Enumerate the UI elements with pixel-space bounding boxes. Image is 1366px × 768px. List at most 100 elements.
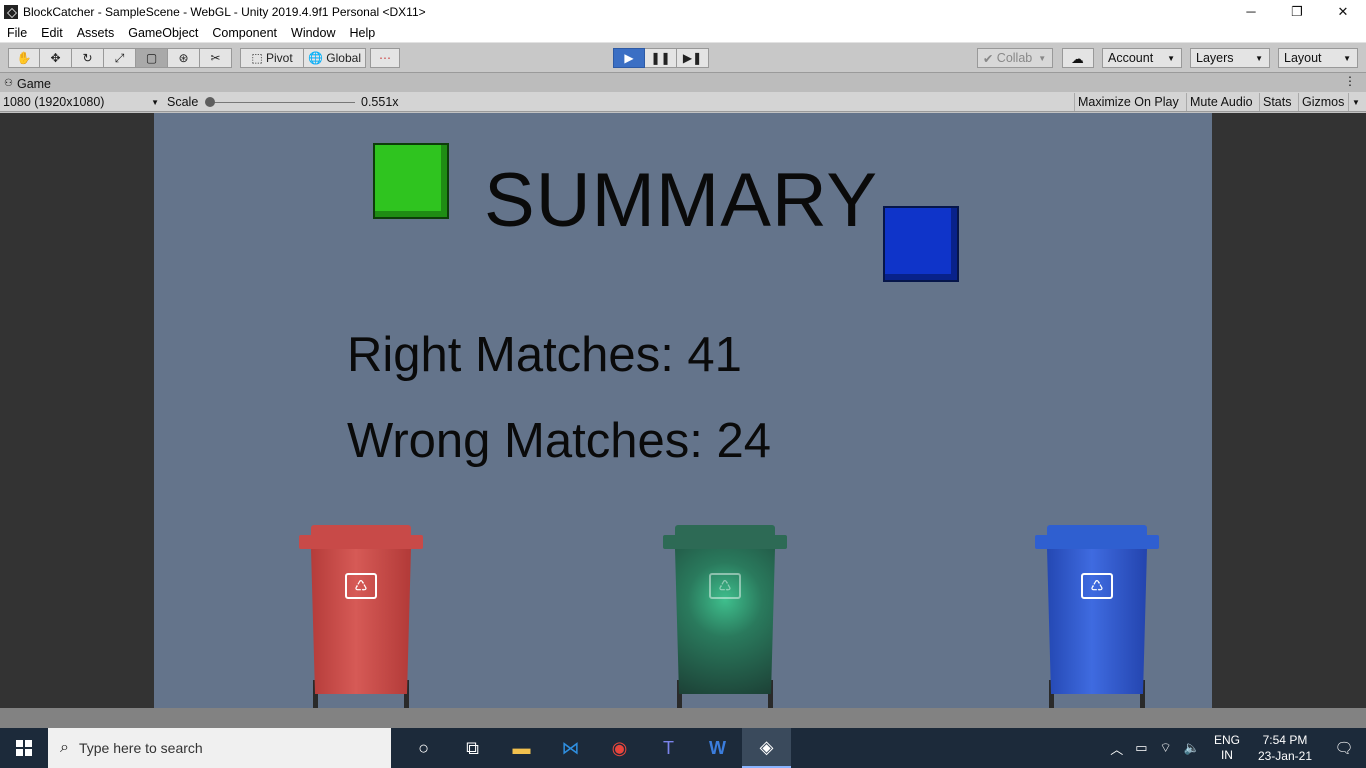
summary-heading: SUMMARY xyxy=(484,158,879,243)
menu-gameobject[interactable]: GameObject xyxy=(121,26,205,40)
maximize-button[interactable]: ❐ xyxy=(1274,0,1320,23)
menu-window[interactable]: Window xyxy=(284,26,342,40)
windows-taskbar: ⌕ Type here to search ○ ⧉ ▬ ⋈ ◉ T W ◈ ︿ … xyxy=(0,728,1366,768)
scale-value: 0.551x xyxy=(361,95,399,109)
menu-component[interactable]: Component xyxy=(205,26,284,40)
cloud-button[interactable]: ☁ xyxy=(1062,48,1094,68)
bin-body xyxy=(311,549,411,694)
pivot-button[interactable]: ⬚ Pivot xyxy=(240,48,304,68)
minimize-button[interactable]: ─ xyxy=(1228,0,1274,23)
right-matches-text: Right Matches: 41 xyxy=(347,328,742,382)
game-tab-row: ⚇ Game ⋮ xyxy=(0,73,1366,92)
menu-assets[interactable]: Assets xyxy=(70,26,122,40)
step-button[interactable]: ▶❚ xyxy=(677,48,709,68)
pause-button[interactable]: ❚❚ xyxy=(645,48,677,68)
tab-game[interactable]: ⚇ Game xyxy=(4,75,51,92)
game-view-bar: 1080 (1920x1080) ▼ Scale 0.551x Maximize… xyxy=(0,92,1366,112)
status-strip xyxy=(0,708,1366,728)
teams-icon[interactable]: T xyxy=(644,728,693,768)
windows-logo-icon xyxy=(16,740,32,756)
menu-help[interactable]: Help xyxy=(342,26,382,40)
stats-button[interactable]: Stats xyxy=(1259,93,1295,111)
start-button[interactable] xyxy=(0,728,48,768)
word-icon[interactable]: W xyxy=(693,728,742,768)
close-button[interactable]: ✕ xyxy=(1320,0,1366,23)
scale-slider-thumb[interactable] xyxy=(205,97,215,107)
recycle-person-icon: ♺ xyxy=(1081,573,1113,599)
pivot-icon: ⬚ xyxy=(251,51,266,65)
volume-icon[interactable]: 🔈 xyxy=(1178,740,1206,756)
gamepad-icon: ⚇ xyxy=(4,78,13,89)
taskbar-search[interactable]: ⌕ Type here to search xyxy=(48,728,391,768)
battery-icon[interactable]: ▭ xyxy=(1129,740,1153,756)
collab-dropdown[interactable]: ✔ Collab ▼ xyxy=(977,48,1053,68)
chevron-down-icon: ▼ xyxy=(1167,53,1175,63)
chevron-down-icon: ▼ xyxy=(151,97,159,107)
chevron-down-icon: ▼ xyxy=(1255,53,1263,63)
snap-icon[interactable]: ⋯ xyxy=(370,48,400,68)
transform-tool-icon[interactable]: ⊛ xyxy=(168,48,200,68)
wrong-matches-text: Wrong Matches: 24 xyxy=(347,414,771,468)
resolution-dropdown[interactable]: 1080 (1920x1080) ▼ xyxy=(3,94,159,110)
play-controls: ▶ ❚❚ ▶❚ xyxy=(613,48,709,68)
layers-dropdown[interactable]: Layers ▼ xyxy=(1190,48,1270,68)
green-block xyxy=(373,143,449,219)
language-indicator[interactable]: ENG IN xyxy=(1206,733,1248,763)
rect-tool-icon[interactable]: ▢ xyxy=(136,48,168,68)
scale-slider-track[interactable] xyxy=(210,102,355,103)
bin-body xyxy=(1047,549,1147,694)
window-titlebar: BlockCatcher - SampleScene - WebGL - Uni… xyxy=(0,0,1366,23)
gizmos-dropdown-icon[interactable]: ▼ xyxy=(1348,93,1363,111)
window-title: BlockCatcher - SampleScene - WebGL - Uni… xyxy=(23,4,426,19)
red-bin: ♺ xyxy=(299,525,423,708)
chevron-down-icon: ▼ xyxy=(1343,53,1351,63)
blue-block xyxy=(883,206,959,282)
account-dropdown[interactable]: Account ▼ xyxy=(1102,48,1182,68)
search-icon: ⌕ xyxy=(60,739,69,756)
window-controls: ─ ❐ ✕ xyxy=(1228,0,1366,23)
custom-tool-icon[interactable]: ✂ xyxy=(200,48,232,68)
recycle-person-icon: ♺ xyxy=(709,573,741,599)
menu-file[interactable]: File xyxy=(0,26,34,40)
menu-bar: File Edit Assets GameObject Component Wi… xyxy=(0,23,1366,43)
global-button[interactable]: 🌐 Global xyxy=(304,48,366,68)
move-tool-icon[interactable]: ✥ xyxy=(40,48,72,68)
green-bin: ♺ xyxy=(663,525,787,708)
chevron-up-icon[interactable]: ︿ xyxy=(1104,739,1129,758)
bin-body xyxy=(675,549,775,694)
globe-icon: 🌐 xyxy=(308,51,327,65)
unity-icon[interactable]: ◈ xyxy=(742,728,791,768)
cortana-icon[interactable]: ○ xyxy=(399,728,448,768)
bin-lid-rim xyxy=(663,535,787,549)
notification-icon[interactable]: 🗨 xyxy=(1322,739,1366,757)
maximize-on-play-button[interactable]: Maximize On Play xyxy=(1074,93,1182,111)
menu-edit[interactable]: Edit xyxy=(34,26,70,40)
recycle-person-icon: ♺ xyxy=(345,573,377,599)
gizmos-button[interactable]: Gizmos xyxy=(1298,93,1347,111)
bin-lid-rim xyxy=(1035,535,1159,549)
hand-tool-icon[interactable]: ✋ xyxy=(8,48,40,68)
unity-logo-icon xyxy=(4,4,18,19)
cloud-icon: ☁ xyxy=(1071,51,1084,66)
search-placeholder: Type here to search xyxy=(78,740,203,756)
game-viewport: SUMMARY Right Matches: 41 Wrong Matches:… xyxy=(0,113,1366,708)
play-button[interactable]: ▶ xyxy=(613,48,645,68)
layout-dropdown[interactable]: Layout ▼ xyxy=(1278,48,1358,68)
file-explorer-icon[interactable]: ▬ xyxy=(497,728,546,768)
transform-tools: ✋ ✥ ↻ ⤢ ▢ ⊛ ✂ xyxy=(8,48,232,68)
game-canvas[interactable]: SUMMARY Right Matches: 41 Wrong Matches:… xyxy=(154,113,1212,708)
kebab-menu-icon[interactable]: ⋮ xyxy=(1344,74,1356,88)
pivot-group: ⬚ Pivot 🌐 Global ⋯ xyxy=(240,48,400,68)
main-toolbar: ✋ ✥ ↻ ⤢ ▢ ⊛ ✂ ⬚ Pivot 🌐 Global ⋯ ▶ ❚❚ ▶❚… xyxy=(0,43,1366,73)
scale-label: Scale xyxy=(167,95,199,109)
clock[interactable]: 7:54 PM 23-Jan-21 xyxy=(1248,732,1322,764)
chrome-icon[interactable]: ◉ xyxy=(595,728,644,768)
wifi-icon[interactable]: ⌔ xyxy=(1154,740,1178,756)
rotate-tool-icon[interactable]: ↻ xyxy=(72,48,104,68)
check-icon: ✔ xyxy=(982,51,997,66)
task-view-icon[interactable]: ⧉ xyxy=(448,728,497,768)
chevron-down-icon: ▼ xyxy=(1038,53,1047,63)
vscode-icon[interactable]: ⋈ xyxy=(546,728,595,768)
mute-audio-button[interactable]: Mute Audio xyxy=(1186,93,1256,111)
scale-tool-icon[interactable]: ⤢ xyxy=(104,48,136,68)
